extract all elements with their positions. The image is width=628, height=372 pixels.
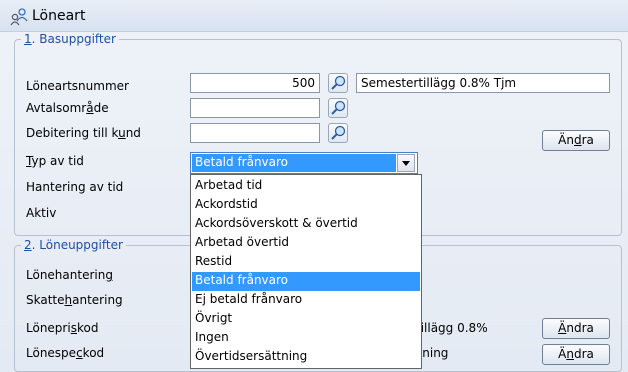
window-title: Löneart	[32, 8, 86, 24]
typ-av-tid-dropdown-list: Arbetad tid Ackordstid Ackordsöverskott …	[190, 174, 422, 369]
label-debitering: Debitering till kund	[26, 126, 141, 140]
loneartsnummer-input[interactable]: 500	[190, 73, 320, 93]
label-aktiv: Aktiv	[26, 206, 57, 220]
people-icon	[10, 8, 28, 26]
magnifier-icon	[331, 125, 346, 140]
typ-av-tid-selected-value: Betald frånvaro	[192, 154, 396, 172]
section-loneuppgifter-legend: 2. Löneuppgifter	[24, 238, 123, 252]
magnifier-icon	[331, 100, 346, 115]
dropdown-option[interactable]: Ej betald frånvaro	[192, 291, 420, 310]
dropdown-option[interactable]: Betald frånvaro	[192, 272, 420, 291]
dropdown-option[interactable]: Ackordstid	[192, 196, 420, 215]
andra-debitering-button[interactable]: Ändra	[542, 130, 610, 151]
typ-av-tid-combobox[interactable]: Betald frånvaro	[190, 152, 418, 174]
label-hantering-av-tid: Hantering av tid	[26, 180, 124, 194]
lookup-avtalsomrade-button[interactable]	[328, 98, 348, 118]
loneprisk od-description: tillägg 0.8%	[416, 321, 488, 335]
title-bar: Löneart	[0, 0, 628, 32]
label-avtalsomrade: Avtalsområde	[26, 101, 109, 115]
combo-dropdown-button[interactable]	[397, 154, 415, 172]
andra-loneprisk od-button[interactable]: Ändra	[542, 318, 610, 339]
debitering-input[interactable]	[190, 123, 320, 143]
lonearts-description-field[interactable]: Semestertillägg 0.8% Tjm	[356, 73, 610, 93]
dropdown-option[interactable]: Övertidsersättning	[192, 348, 420, 367]
label-loneartsnummer: Löneartsnummer	[26, 79, 129, 93]
dropdown-option[interactable]: Arbetad övertid	[192, 234, 420, 253]
avtalsomrade-input[interactable]	[190, 98, 320, 118]
label-lonehantering: Lönehantering	[26, 268, 113, 282]
dropdown-option[interactable]: Restid	[192, 253, 420, 272]
andra-lonespeckod-button[interactable]: Ändra	[542, 344, 610, 365]
label-skattehantering: Skattehantering	[26, 293, 123, 307]
dropdown-option[interactable]: Ackordsöverskott & övertid	[192, 215, 420, 234]
label-lonespeckod: Lönespeckod	[26, 346, 105, 360]
label-loneprisk od: Lönepriskod	[26, 321, 99, 335]
dropdown-option[interactable]: Övrigt	[192, 310, 420, 329]
section-basuppgifter-legend: 1. Basuppgifter	[24, 32, 116, 46]
triangle-down-icon	[402, 161, 410, 166]
label-typ-av-tid: Typ av tid	[26, 154, 84, 168]
magnifier-icon	[331, 75, 346, 90]
lookup-debitering-button[interactable]	[328, 123, 348, 143]
dropdown-option[interactable]: Ingen	[192, 329, 420, 348]
lookup-loneartsnummer-button[interactable]	[328, 73, 348, 93]
dropdown-option[interactable]: Arbetad tid	[192, 177, 420, 196]
